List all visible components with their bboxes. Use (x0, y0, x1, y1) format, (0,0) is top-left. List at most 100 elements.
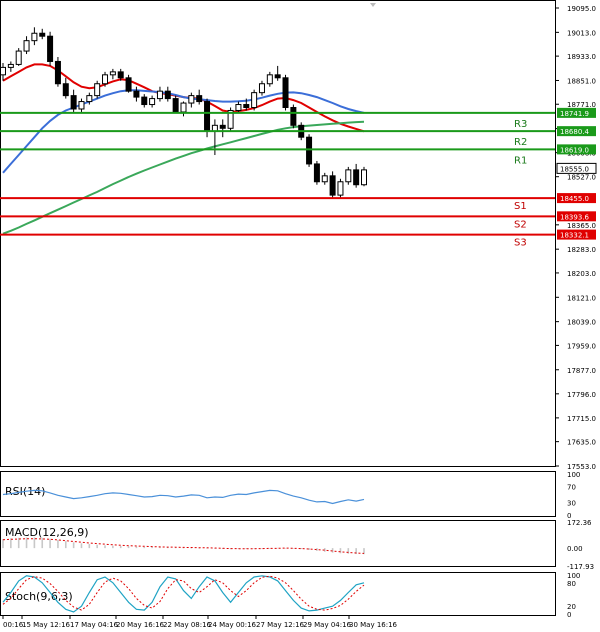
macd-title: MACD(12,26,9) (5, 526, 89, 539)
rsi-tick-label: 30 (567, 500, 576, 508)
candle (172, 95, 179, 114)
macd-bar (64, 541, 67, 549)
stoch-tick-label: 100 (567, 572, 580, 580)
macd-bar (331, 548, 334, 553)
price-tick-label: 18933.0 (567, 53, 596, 61)
candle-body-down (329, 175, 336, 196)
candle-body-up (102, 74, 109, 85)
macd-bar (119, 546, 122, 549)
macd-bar (88, 544, 91, 549)
candle-body-up (0, 66, 6, 76)
level-price-label: 18680.4 (560, 128, 589, 136)
macd-bar (300, 548, 303, 550)
price-tick-label: 18203.0 (567, 270, 596, 278)
level-name-r1: R1 (514, 155, 527, 166)
candle-body-up (180, 102, 187, 113)
candle (306, 134, 313, 167)
candle-body-down (141, 96, 148, 106)
current-price-label: 18555.0 (560, 165, 589, 173)
candle-body-down (117, 71, 124, 79)
time-tick-label: 17 May 04:16 (70, 621, 119, 629)
macd-bar (57, 539, 59, 549)
time-tick-label: 15 May 12:16 (22, 621, 71, 629)
time-tick-label: 22 May 08:16 (163, 621, 212, 629)
candle-body-down (204, 101, 211, 132)
macd-bar (190, 547, 193, 549)
candle (94, 80, 101, 99)
rsi-axis: 10070300 (567, 471, 580, 520)
candle-body-up (86, 95, 93, 103)
stoch-tick-label: 80 (567, 580, 576, 588)
macd-bar (104, 545, 106, 549)
candle (329, 171, 336, 199)
trading-chart: 19095.019013.018933.018851.018771.018689… (0, 0, 597, 629)
rsi-pane-frame (0, 471, 556, 517)
candle (47, 31, 54, 66)
stoch-axis: 10080 200 (567, 572, 580, 619)
candle-body-down (219, 124, 226, 129)
price-tick-label: 17635.0 (567, 439, 596, 447)
price-tick-label: 18039.0 (567, 319, 596, 327)
macd-bar (292, 548, 295, 549)
candle (125, 74, 132, 93)
candle-body-up (23, 40, 30, 52)
time-tick-label: 30 May 16:16 (349, 621, 398, 629)
macd-tick-label: 0.00 (567, 545, 583, 553)
price-tick-label: 19095.0 (567, 5, 596, 13)
level-price-label: 18332.1 (560, 232, 589, 240)
candle-body-up (361, 169, 367, 186)
level-name-r2: R2 (514, 137, 527, 148)
rsi-pane: RSI(14) 10070300 (0, 471, 580, 520)
price-pane: 19095.019013.018933.018851.018771.018689… (0, 0, 597, 471)
macd-bar (72, 542, 75, 549)
price-tick-label: 17553.0 (567, 463, 596, 471)
candle-body-down (39, 32, 46, 37)
macd-bar (269, 548, 271, 549)
macd-bar (41, 537, 44, 549)
time-tick-label: 29 May 04:16 (303, 621, 352, 629)
price-tick-label: 17796.0 (567, 391, 596, 399)
candle-body-down (243, 104, 250, 109)
level-name-s1: S1 (514, 201, 527, 212)
macd-bar (33, 537, 36, 549)
candle (361, 166, 367, 187)
rsi-tick-label: 70 (567, 483, 576, 491)
stoch-pane-frame (0, 572, 556, 616)
price-tick-label: 18365.0 (567, 222, 596, 230)
candle (313, 160, 320, 185)
candle-body-up (109, 71, 116, 76)
macd-axis: 172.36 0.00 -117.93 (567, 519, 594, 571)
candle-body-down (313, 163, 320, 183)
candle (337, 178, 344, 199)
candle-body-up (321, 175, 328, 183)
candle-body-down (196, 95, 203, 103)
current-price-marker: 18555.0 (556, 162, 597, 174)
candle-body-up (258, 83, 265, 94)
price-tick-label: 17715.0 (567, 415, 596, 423)
candle-body-down (47, 35, 54, 62)
candle-body-up (251, 92, 258, 109)
level-name-s2: S2 (514, 219, 527, 230)
candle-body-up (188, 95, 195, 104)
macd-tick-label: 172.36 (567, 519, 592, 527)
candle (282, 74, 289, 111)
candle-body-down (133, 90, 140, 98)
candle-body-down (353, 169, 360, 186)
macd-bar (143, 546, 146, 549)
candle-body-up (156, 90, 163, 100)
stoch-tick-label: 0 (567, 611, 571, 619)
macd-bar (112, 545, 114, 549)
candle (54, 57, 61, 87)
candle-body-up (345, 169, 352, 183)
candle-body-down (54, 60, 61, 85)
candle (15, 48, 22, 66)
candle-body-down (172, 98, 179, 113)
price-tick-label: 18121.0 (567, 294, 596, 302)
level-price-label: 18455.0 (560, 195, 589, 203)
time-axis: 00:1615 May 12:16 17 May 04:1620 May 16:1… (2, 616, 398, 629)
price-tick-label: 17877.0 (567, 367, 596, 375)
stoch-title: Stoch(9,6,3) (5, 590, 73, 603)
price-tick-label: 18851.0 (567, 77, 596, 85)
candle (251, 89, 258, 111)
macd-bar (127, 546, 130, 549)
